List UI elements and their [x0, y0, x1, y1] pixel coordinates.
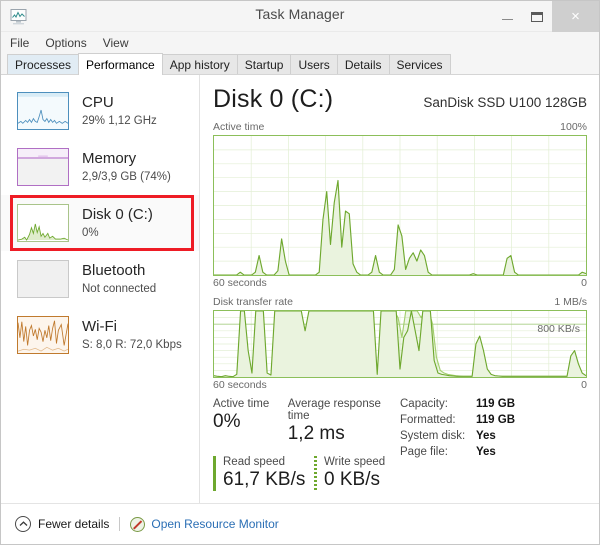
stat-label: Active time [213, 398, 270, 410]
chart-ymax-transfer-rate: 1 MB/s [554, 296, 587, 308]
minimize-button[interactable] [492, 1, 522, 32]
menu-item-options[interactable]: Options [45, 36, 86, 50]
chart-xright-active-time: 0 [581, 277, 587, 289]
sidebar-item-sublabel: 2,9/3,9 GB (74%) [82, 170, 171, 183]
chart-xleft-transfer-rate: 60 seconds [213, 379, 267, 391]
maximize-button[interactable] [522, 1, 552, 32]
tab-startup[interactable]: Startup [236, 54, 292, 74]
cpu-thumbnail-chart [17, 92, 69, 130]
task-manager-window: Task Manager × File Options View Process… [0, 0, 600, 545]
sidebar-item-bluetooth[interactable]: Bluetooth Not connected [1, 251, 199, 307]
menu-item-file[interactable]: File [10, 36, 29, 50]
tab-services[interactable]: Services [388, 54, 451, 74]
sidebar-item-sublabel: 29% 1,12 GHz [82, 114, 157, 127]
tab-app-history[interactable]: App history [161, 54, 238, 74]
close-button[interactable]: × [552, 1, 599, 32]
detail-key: Page file: [400, 446, 448, 458]
detail-row: Page file: Yes [400, 446, 515, 458]
detail-key: System disk: [400, 430, 466, 442]
fewer-details-label: Fewer details [38, 517, 110, 531]
chart-xright-transfer-rate: 0 [581, 379, 587, 391]
sidebar-item-sublabel: S: 8,0 R: 72,0 Kbps [82, 338, 182, 351]
stat-label: Read speed [223, 456, 286, 468]
stats-primary-column: Active time 0% Average response time 1,2… [213, 398, 388, 491]
detail-key: Capacity: [400, 398, 448, 410]
active-time-chart-labels: Active time 100% [213, 121, 587, 133]
menu-bar: File Options View [1, 32, 599, 53]
stat-value: 0% [213, 411, 241, 432]
active-time-chart-axis: 60 seconds 0 [213, 277, 587, 289]
footer-divider [119, 517, 121, 531]
performance-body: CPU 29% 1,12 GHz Memory 2,9/3,9 GB (74%) [1, 75, 599, 503]
write-speed-marker-icon [314, 456, 317, 491]
sidebar-item-sublabel: Not connected [82, 282, 157, 295]
resource-monitor-icon [130, 516, 146, 532]
transfer-rate-chart-axis: 60 seconds 0 [213, 379, 587, 391]
chevron-up-icon [15, 516, 31, 532]
sidebar-item-label: Wi-Fi [82, 318, 117, 336]
stats-detail-column: Capacity: 119 GB Formatted: 119 GB Syste… [400, 398, 515, 491]
transfer-rate-chart-labels: Disk transfer rate 1 MB/s [213, 296, 587, 308]
stat-read-speed: Read speed 61,7 KB/s [213, 456, 314, 491]
stat-write-speed: Write speed 0 KB/s [314, 456, 385, 491]
chart-title-transfer-rate: Disk transfer rate [213, 296, 293, 308]
detail-value: 119 GB [476, 398, 515, 410]
stat-label: Average response time [287, 398, 381, 422]
chart-title-active-time: Active time [213, 121, 265, 133]
sidebar-item-label: Bluetooth [82, 262, 146, 280]
disk-thumbnail-chart [17, 204, 69, 242]
resource-monitor-label: Open Resource Monitor [151, 517, 279, 531]
sidebar-item-memory[interactable]: Memory 2,9/3,9 GB (74%) [1, 139, 199, 195]
detail-value: Yes [476, 446, 496, 458]
sidebar-item-label: CPU [82, 94, 114, 112]
transfer-rate-chart: 800 KB/s [213, 310, 587, 378]
disk-detail-panel: Disk 0 (C:) SanDisk SSD U100 128GB Activ… [200, 75, 599, 503]
tab-strip: Processes Performance App history Startu… [1, 53, 599, 75]
detail-row: Formatted: 119 GB [400, 414, 515, 426]
detail-row: System disk: Yes [400, 430, 515, 442]
sidebar-item-label: Memory [82, 150, 137, 168]
wifi-thumbnail-chart [17, 316, 69, 354]
tab-performance[interactable]: Performance [78, 53, 163, 75]
status-bar: Fewer details Open Resource Monitor [1, 503, 599, 544]
chart-ymax-active-time: 100% [560, 121, 587, 133]
detail-row: Capacity: 119 GB [400, 398, 515, 410]
fewer-details-button[interactable]: Fewer details [15, 516, 109, 532]
detail-key: Formatted: [400, 414, 456, 426]
resource-sidebar: CPU 29% 1,12 GHz Memory 2,9/3,9 GB (74%) [1, 75, 200, 503]
panel-header: Disk 0 (C:) SanDisk SSD U100 128GB [213, 85, 587, 114]
stat-value: 61,7 KB/s [223, 469, 306, 490]
title-bar: Task Manager × [1, 1, 599, 32]
open-resource-monitor-link[interactable]: Open Resource Monitor [130, 516, 279, 532]
close-icon: × [571, 8, 580, 25]
menu-item-view[interactable]: View [103, 36, 129, 50]
read-speed-marker-icon [213, 456, 216, 491]
detail-value: Yes [476, 430, 496, 442]
stat-average-response-time: Average response time 1,2 ms [288, 398, 388, 445]
sidebar-item-wifi[interactable]: Wi-Fi S: 8,0 R: 72,0 Kbps [1, 307, 199, 363]
sidebar-item-cpu[interactable]: CPU 29% 1,12 GHz [1, 83, 199, 139]
bluetooth-thumbnail-chart [17, 260, 69, 298]
sidebar-item-disk0[interactable]: Disk 0 (C:) 0% [1, 195, 199, 251]
tab-details[interactable]: Details [336, 54, 390, 74]
chart-ymid-transfer-rate: 800 KB/s [537, 323, 580, 335]
detail-value: 119 GB [476, 414, 515, 426]
sidebar-item-sublabel: 0% [82, 226, 99, 239]
stat-active-time: Active time 0% [213, 398, 288, 445]
tab-users[interactable]: Users [290, 54, 338, 74]
active-time-chart [213, 135, 587, 276]
device-model: SanDisk SSD U100 128GB [423, 95, 587, 110]
sidebar-item-label: Disk 0 (C:) [82, 206, 153, 224]
stat-value: 1,2 ms [287, 423, 345, 444]
chart-xleft-active-time: 60 seconds [213, 277, 267, 289]
memory-thumbnail-chart [17, 148, 69, 186]
disk-statistics: Active time 0% Average response time 1,2… [213, 398, 587, 491]
page-title: Disk 0 (C:) [213, 85, 334, 113]
stats-row-bottom: Read speed 61,7 KB/s Write speed 0 KB/s [213, 456, 388, 491]
tab-processes[interactable]: Processes [7, 54, 80, 74]
stats-row-top: Active time 0% Average response time 1,2… [213, 398, 388, 445]
window-controls: × [492, 1, 599, 32]
stat-value: 0 KB/s [324, 469, 380, 490]
stat-label: Write speed [324, 456, 386, 468]
